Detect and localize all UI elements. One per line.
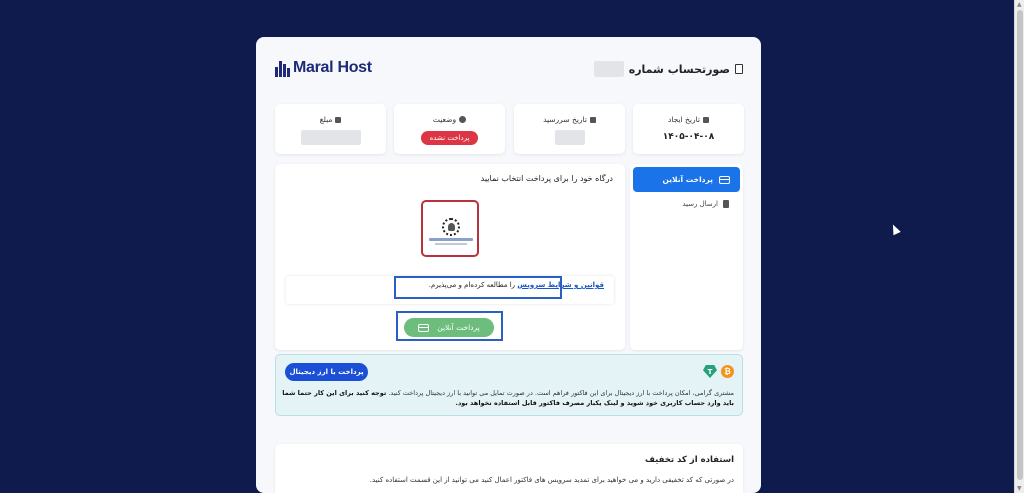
server-icon bbox=[275, 59, 290, 77]
amount-box: مبلغ bbox=[275, 104, 386, 154]
calendar-icon bbox=[589, 116, 596, 123]
tab-send-receipt-label: ارسال رسید bbox=[682, 200, 718, 208]
due-date-box: تاریخ سررسید bbox=[514, 104, 625, 154]
crypto-pay-button[interactable]: پرداخت با ارز دیجیتال bbox=[285, 363, 368, 381]
amount-redacted bbox=[300, 130, 361, 145]
pay-button-highlight-box bbox=[396, 311, 503, 341]
mouse-cursor-icon bbox=[889, 222, 901, 236]
discount-description: در صورتی که کد تخفیفی دارید و می خواهید … bbox=[369, 476, 734, 484]
due-date-label: تاریخ سررسید bbox=[543, 115, 587, 124]
created-date-label: تاریخ ایجاد bbox=[668, 115, 700, 124]
document-icon bbox=[735, 64, 743, 74]
file-icon bbox=[723, 200, 729, 208]
maral-host-logo[interactable]: Maral Host bbox=[275, 59, 372, 77]
logo-text: Maral Host bbox=[293, 59, 372, 76]
tab-online-payment-label: پرداخت آنلاین bbox=[662, 175, 713, 184]
scroll-up-icon[interactable]: ▲ bbox=[1017, 1, 1022, 8]
money-icon bbox=[335, 116, 342, 123]
created-date-box: تاریخ ایجاد ۱۴۰۵-۰۴-۰۸ bbox=[633, 104, 744, 154]
terms-highlight-box bbox=[394, 276, 562, 299]
status-box: وضعیت پرداخت نشده bbox=[394, 104, 505, 154]
due-date-redacted bbox=[554, 130, 585, 145]
payment-method-tabs: پرداخت آنلاین ارسال رسید bbox=[630, 164, 743, 350]
invoice-title: صورتحساب شماره bbox=[593, 61, 743, 77]
amount-label: مبلغ bbox=[319, 115, 333, 124]
invoice-number-redacted bbox=[593, 61, 624, 77]
scroll-down-icon[interactable]: ▼ bbox=[1017, 485, 1022, 492]
invoice-card: Maral Host صورتحساب شماره تاریخ ایجاد ۱۴… bbox=[256, 37, 761, 493]
gateway-logo-icon bbox=[442, 218, 460, 236]
gateway-title: درگاه خود را برای پرداخت انتخاب نمایید bbox=[480, 174, 613, 183]
calendar-icon bbox=[702, 116, 709, 123]
credit-card-icon bbox=[719, 175, 730, 184]
status-label: وضعیت bbox=[432, 115, 457, 124]
page-scrollbar[interactable]: ▲ ▼ bbox=[1014, 0, 1024, 493]
payment-gateway-option[interactable] bbox=[421, 200, 479, 257]
created-date-value: ۱۴۰۵-۰۴-۰۸ bbox=[662, 132, 715, 142]
info-icon bbox=[459, 116, 467, 123]
bitcoin-icon: ₿ bbox=[721, 365, 734, 378]
tab-online-payment[interactable]: پرداخت آنلاین bbox=[633, 167, 740, 192]
status-badge: پرداخت نشده bbox=[420, 131, 479, 145]
crypto-payment-box: پرداخت با ارز دیجیتال ₿ T مشتری گرامی، ا… bbox=[275, 354, 743, 416]
tether-icon: T bbox=[703, 365, 717, 378]
tab-send-receipt[interactable]: ارسال رسید bbox=[630, 200, 743, 208]
scrollbar-thumb[interactable] bbox=[1017, 10, 1023, 480]
invoice-title-text: صورتحساب شماره bbox=[628, 62, 730, 76]
discount-title: استفاده از کد تخفیف bbox=[645, 455, 734, 465]
discount-code-section: استفاده از کد تخفیف در صورتی که کد تخفیف… bbox=[275, 444, 743, 493]
crypto-description: مشتری گرامی، امکان پرداخت با ارز دیجیتال… bbox=[282, 388, 734, 408]
crypto-text: مشتری گرامی، امکان پرداخت با ارز دیجیتال… bbox=[388, 389, 734, 397]
